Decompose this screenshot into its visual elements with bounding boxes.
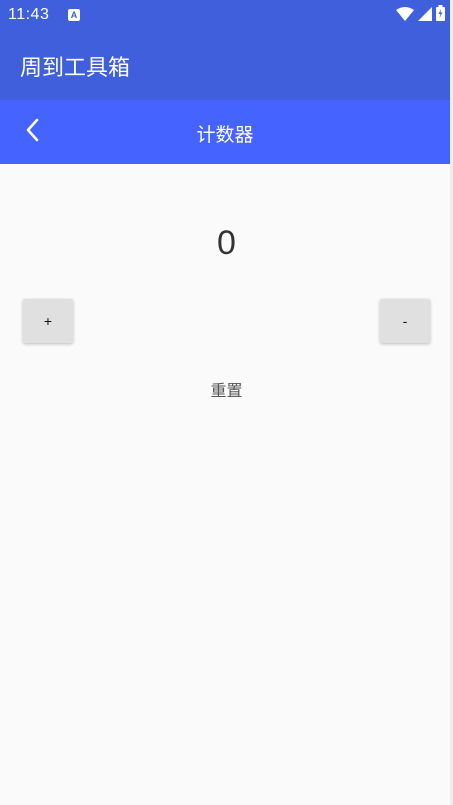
nav-bar: 计数器 <box>0 100 450 164</box>
page-title: 计数器 <box>196 124 254 146</box>
signal-icon <box>418 6 432 25</box>
status-time: 11:43 <box>8 6 50 23</box>
decrement-button[interactable]: - <box>380 299 430 343</box>
increment-button[interactable]: + <box>23 299 73 343</box>
app-bar: 周到工具箱 <box>0 32 453 100</box>
counter-value: 0 <box>217 224 236 262</box>
wifi-icon <box>396 6 414 25</box>
app-title: 周到工具箱 <box>20 56 131 81</box>
a-letter-icon: A <box>68 9 80 21</box>
battery-charging-icon <box>436 5 445 25</box>
status-bar: 11:43 A <box>0 0 453 32</box>
status-icons <box>396 5 445 25</box>
screen: 11:43 A 周到工具箱 计数器 0 + - 重置 <box>0 0 453 805</box>
reset-button[interactable]: 重置 <box>0 377 453 401</box>
